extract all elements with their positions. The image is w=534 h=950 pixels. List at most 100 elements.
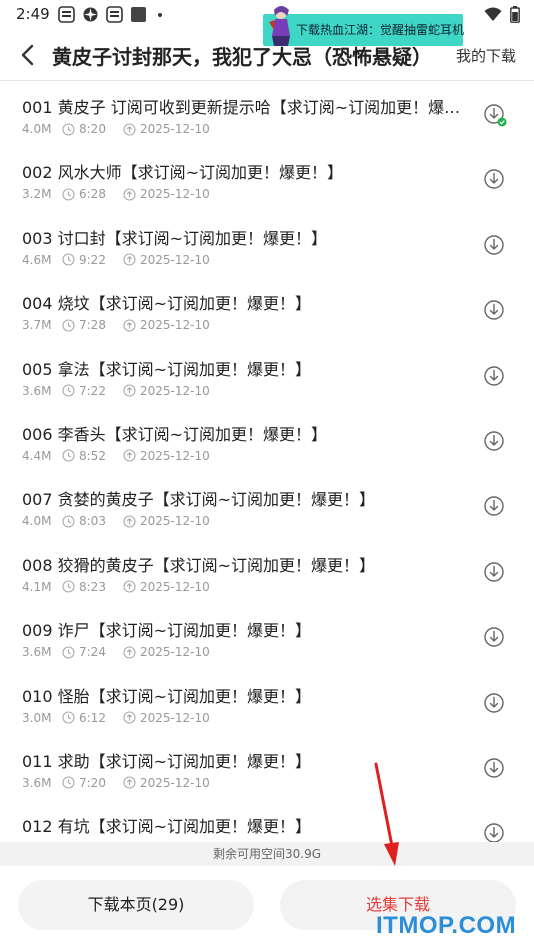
episode-date: 2025-12-10 xyxy=(140,383,210,398)
pinwheel-icon xyxy=(83,7,98,22)
more-notifications-dot xyxy=(158,12,162,17)
app-notification-icon xyxy=(106,6,123,23)
episode-duration: 8:20 xyxy=(79,122,106,136)
storage-info: 剩余可用空间30.9G xyxy=(0,842,534,866)
downloaded-check-icon[interactable] xyxy=(483,102,507,128)
app-notification-icon xyxy=(58,6,75,23)
episode-row[interactable]: 011 求助【求订阅~订阅加更！爆更！】 3.6M 7:20 2025-12-10 xyxy=(0,736,534,801)
upload-date-icon xyxy=(123,188,140,201)
upload-date-icon xyxy=(123,515,140,528)
episode-duration: 8:23 xyxy=(79,579,106,594)
episode-date: 2025-12-10 xyxy=(140,775,210,790)
episode-duration: 6:28 xyxy=(79,187,106,202)
episode-duration: 7:20 xyxy=(79,775,106,790)
episode-row[interactable]: 010 怪胎【求订阅~订阅加更！爆更！】 3.0M 6:12 2025-12-10 xyxy=(0,671,534,736)
episode-size: 3.0M xyxy=(22,710,52,725)
clock-icon xyxy=(62,580,79,593)
episode-row[interactable]: 006 李香头【求订阅~订阅加更！爆更！】 4.4M 8:52 2025-12-10 xyxy=(0,409,534,474)
episode-size: 4.0M xyxy=(22,122,52,136)
episode-title: 005 拿法【求订阅~订阅加更！爆更！】 xyxy=(22,359,312,379)
episode-duration: 9:22 xyxy=(79,252,106,267)
episode-size: 3.7M xyxy=(22,318,52,333)
episode-duration: 7:22 xyxy=(79,383,106,398)
download-icon[interactable] xyxy=(483,167,507,193)
header: 黄皮子讨封那天，我犯了大忌（恐怖悬疑） 我的下载 xyxy=(0,30,534,80)
upload-date-icon xyxy=(123,646,140,659)
episode-date: 2025-12-10 xyxy=(140,710,210,725)
app-root: 2:49 下载热血江湖：觉醒抽雷蛇耳机 黄皮子讨封那天，我犯了大忌（恐怖悬疑） … xyxy=(0,0,534,950)
episode-date: 2025-12-10 xyxy=(140,122,210,136)
episode-meta: 3.0M 6:12 2025-12-10 xyxy=(22,711,210,725)
episode-duration: 8:03 xyxy=(79,514,106,529)
episode-row[interactable]: 004 烧坟【求订阅~订阅加更！爆更！】 3.7M 7:28 2025-12-10 xyxy=(0,278,534,343)
upload-date-icon xyxy=(123,580,140,593)
watermark-text: ITMOP.COM xyxy=(376,912,517,939)
episode-size: 3.6M xyxy=(22,383,52,398)
download-icon[interactable] xyxy=(483,494,507,520)
episode-row[interactable]: 005 拿法【求订阅~订阅加更！爆更！】 3.6M 7:22 2025-12-10 xyxy=(0,344,534,409)
battery-icon xyxy=(510,6,520,23)
episode-meta: 4.0M 8:20 2025-12-10 xyxy=(22,122,210,136)
download-icon[interactable] xyxy=(483,560,507,586)
download-icon[interactable] xyxy=(483,233,507,259)
episode-row[interactable]: 008 狡猾的黄皮子【求订阅~订阅加更！爆更！】 4.1M 8:23 2025-12-… xyxy=(0,540,534,605)
episode-meta: 3.6M 7:22 2025-12-10 xyxy=(22,384,210,398)
episode-duration: 7:24 xyxy=(79,645,106,660)
episode-row[interactable]: 007 贪婪的黄皮子【求订阅~订阅加更！爆更！】 4.0M 8:03 2025-12-… xyxy=(0,474,534,539)
upload-date-icon xyxy=(123,384,140,397)
wifi-icon xyxy=(484,7,502,21)
clock-icon xyxy=(62,711,79,724)
download-icon[interactable] xyxy=(483,298,507,324)
download-icon[interactable] xyxy=(483,364,507,390)
episode-duration: 6:12 xyxy=(79,710,106,725)
episode-date: 2025-12-10 xyxy=(140,579,210,594)
episode-date: 2025-12-10 xyxy=(140,252,210,267)
episode-date: 2025-12-10 xyxy=(140,514,210,529)
square-notification-icon xyxy=(131,7,146,22)
episode-row[interactable]: 009 诈尸【求订阅~订阅加更！爆更！】 3.6M 7:24 2025-12-10 xyxy=(0,605,534,670)
episode-row[interactable]: 003 讨口封【求订阅~订阅加更！爆更！】 4.6M 9:22 2025-12-10 xyxy=(0,213,534,278)
clock-icon xyxy=(62,188,79,201)
episode-list: 001 黄皮子 订阅可收到更新提示哈【求订阅~订阅加更！爆更！】 4.0M 8:20… xyxy=(0,82,534,867)
episode-size: 3.2M xyxy=(22,187,52,202)
episode-meta: 3.2M 6:28 2025-12-10 xyxy=(22,187,210,201)
episode-size: 4.1M xyxy=(22,579,52,594)
download-page-button[interactable]: 下载本页(29) xyxy=(18,880,254,930)
upload-date-icon xyxy=(123,122,140,136)
status-system-icons xyxy=(484,6,520,23)
episode-meta: 4.4M 8:52 2025-12-10 xyxy=(22,449,210,463)
clock-icon xyxy=(62,776,79,789)
clock-icon xyxy=(62,515,79,528)
download-icon[interactable] xyxy=(483,691,507,717)
episode-meta: 3.6M 7:24 2025-12-10 xyxy=(22,645,210,659)
download-icon[interactable] xyxy=(483,756,507,782)
clock-icon xyxy=(62,122,79,136)
episode-date: 2025-12-10 xyxy=(140,318,210,333)
episode-title: 002 风水大师【求订阅~订阅加更！爆更！】 xyxy=(22,163,344,183)
my-downloads-link[interactable]: 我的下载 xyxy=(456,45,516,66)
download-icon[interactable] xyxy=(483,625,507,651)
download-icon[interactable] xyxy=(483,429,507,455)
episode-title: 001 黄皮子 订阅可收到更新提示哈【求订阅~订阅加更！爆更！】 xyxy=(22,98,468,117)
clock-icon xyxy=(62,253,79,266)
episode-title: 008 狡猾的黄皮子【求订阅~订阅加更！爆更！】 xyxy=(22,555,376,575)
episode-title: 006 李香头【求订阅~订阅加更！爆更！】 xyxy=(22,424,328,444)
episode-date: 2025-12-10 xyxy=(140,448,210,463)
episode-row[interactable]: 001 黄皮子 订阅可收到更新提示哈【求订阅~订阅加更！爆更！】 4.0M 8:20… xyxy=(0,82,534,147)
upload-date-icon xyxy=(123,449,140,463)
back-arrow-icon[interactable] xyxy=(16,40,42,70)
episode-title: 007 贪婪的黄皮子【求订阅~订阅加更！爆更！】 xyxy=(22,490,376,510)
episode-size: 4.0M xyxy=(22,514,52,529)
episode-title: 009 诈尸【求订阅~订阅加更！爆更！】 xyxy=(22,621,312,641)
episode-meta: 4.6M 9:22 2025-12-10 xyxy=(22,253,210,267)
episode-title: 004 烧坟【求订阅~订阅加更！爆更！】 xyxy=(22,294,312,314)
upload-date-icon xyxy=(123,776,140,789)
upload-date-icon xyxy=(123,319,140,332)
episode-size: 4.6M xyxy=(22,252,52,267)
episode-size: 3.6M xyxy=(22,645,52,660)
clock-icon xyxy=(62,449,79,463)
clock-icon xyxy=(62,319,79,332)
episode-row[interactable]: 002 风水大师【求订阅~订阅加更！爆更！】 3.2M 6:28 2025-12-10 xyxy=(0,147,534,212)
episode-size: 4.4M xyxy=(22,448,52,463)
episode-size: 3.6M xyxy=(22,775,52,790)
